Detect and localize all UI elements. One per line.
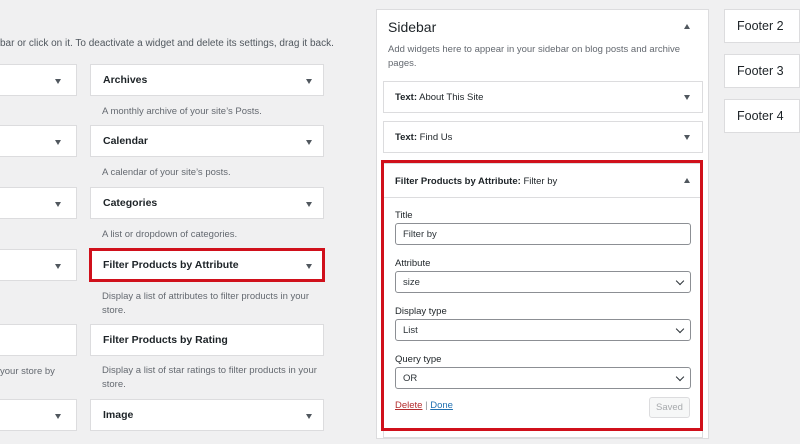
footer-4-title: Footer 4 (737, 109, 784, 123)
footer-4-area[interactable]: Footer 4 (724, 99, 800, 133)
widget-categories-desc: A list or dropdown of categories. (102, 229, 238, 240)
highlight-box (89, 248, 325, 282)
left-widget-4[interactable] (0, 249, 77, 281)
chevron-down-icon (55, 79, 61, 84)
left-widget-6[interactable] (0, 399, 77, 431)
chevron-down-icon (55, 264, 61, 269)
widget-name: Filter Products by Rating (103, 334, 228, 346)
widget-filter-rating-desc: Display a list of star ratings to filter… (102, 365, 317, 390)
widget-filter-products-by-rating[interactable]: Filter Products by Rating (90, 324, 324, 356)
left-widget-5-desc: your store by (0, 366, 55, 377)
chevron-down-icon (306, 202, 312, 207)
footer-2-area[interactable]: Footer 2 (724, 9, 800, 43)
sidebar-widget-about[interactable]: Text: About This Site (383, 81, 703, 113)
widget-title: Find Us (419, 132, 453, 143)
sidebar-title[interactable]: Sidebar (388, 19, 436, 35)
left-widget-5[interactable] (0, 324, 77, 356)
chevron-down-icon (684, 135, 690, 140)
chevron-down-icon (55, 202, 61, 207)
widget-name: Archives (103, 74, 148, 86)
chevron-down-icon (306, 79, 312, 84)
widget-filter-attribute-desc: Display a list of attributes to filter p… (102, 291, 309, 316)
sidebar-description: Add widgets here to appear in your sideb… (388, 44, 681, 69)
widget-name: Image (103, 409, 134, 421)
widget-image[interactable]: Image (90, 399, 324, 431)
chevron-down-icon (306, 414, 312, 419)
chevron-down-icon (55, 414, 61, 419)
widget-archives-desc: A monthly archive of your site’s Posts. (102, 106, 262, 117)
footer-3-title: Footer 3 (737, 64, 784, 78)
widget-name: Categories (103, 197, 158, 209)
sidebar-widget-find-us[interactable]: Text: Find Us (383, 121, 703, 153)
chevron-down-icon (55, 140, 61, 145)
widget-calendar-desc: A calendar of your site’s posts. (102, 167, 231, 178)
footer-3-area[interactable]: Footer 3 (724, 54, 800, 88)
left-widget-1[interactable] (0, 64, 77, 96)
widget-type: Text: (395, 92, 417, 103)
highlight-box (381, 160, 703, 431)
left-widget-3[interactable] (0, 187, 77, 219)
widget-categories[interactable]: Categories (90, 187, 324, 219)
chevron-down-icon (306, 140, 312, 145)
footer-2-title: Footer 2 (737, 19, 784, 33)
widget-title: About This Site (419, 92, 484, 103)
left-widget-2[interactable] (0, 125, 77, 157)
widget-archives[interactable]: Archives (90, 64, 324, 96)
widgets-intro-text: bar or click on it. To deactivate a widg… (0, 38, 334, 49)
chevron-down-icon (684, 95, 690, 100)
widget-calendar[interactable]: Calendar (90, 125, 324, 157)
widget-type: Text: (395, 132, 417, 143)
chevron-up-icon[interactable] (684, 24, 690, 29)
widget-name: Calendar (103, 135, 148, 147)
